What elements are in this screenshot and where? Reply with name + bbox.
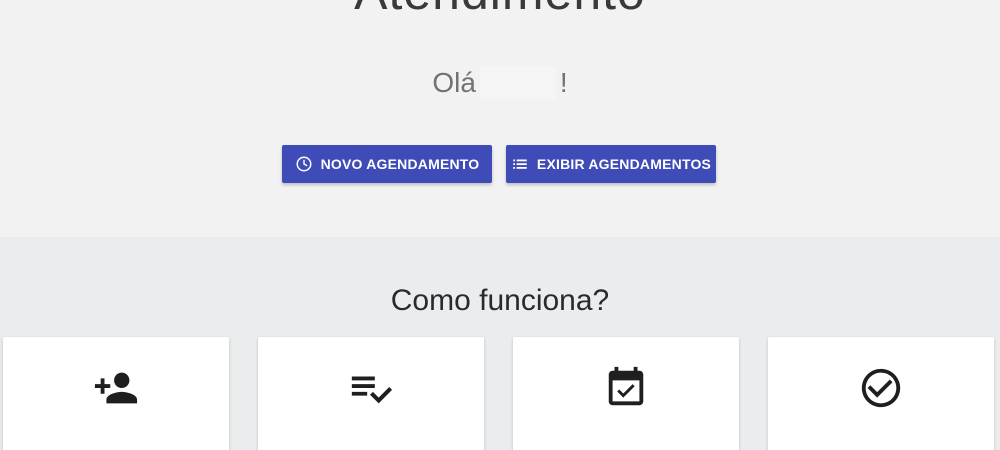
check-circle-icon — [858, 365, 904, 411]
calendar-check-icon — [603, 365, 649, 411]
how-it-works-card-schedule — [513, 337, 739, 450]
how-it-works-card-confirm — [768, 337, 994, 450]
how-it-works-card-select — [258, 337, 484, 450]
greeting-suffix: ! — [559, 67, 568, 98]
playlist-check-icon — [348, 365, 394, 411]
page-title: Atendimento — [0, 0, 1000, 22]
person-add-icon — [93, 365, 139, 411]
list-icon — [511, 155, 529, 173]
hero-section: Atendimento Olá! NOVO AGENDAMENTO EXIBIR… — [0, 0, 1000, 237]
new-appointment-button[interactable]: NOVO AGENDAMENTO — [282, 145, 492, 183]
how-it-works-title: Como funciona? — [390, 284, 610, 317]
show-appointments-button[interactable]: EXIBIR AGENDAMENTOS — [506, 145, 716, 183]
new-appointment-label: NOVO AGENDAMENTO — [320, 156, 480, 172]
clock-icon — [295, 155, 313, 173]
greeting: Olá! — [0, 64, 1000, 102]
how-it-works-card-register — [3, 337, 229, 450]
greeting-prefix: Olá — [432, 67, 476, 98]
show-appointments-label: EXIBIR AGENDAMENTOS — [536, 156, 712, 172]
redacted-username — [479, 66, 556, 100]
